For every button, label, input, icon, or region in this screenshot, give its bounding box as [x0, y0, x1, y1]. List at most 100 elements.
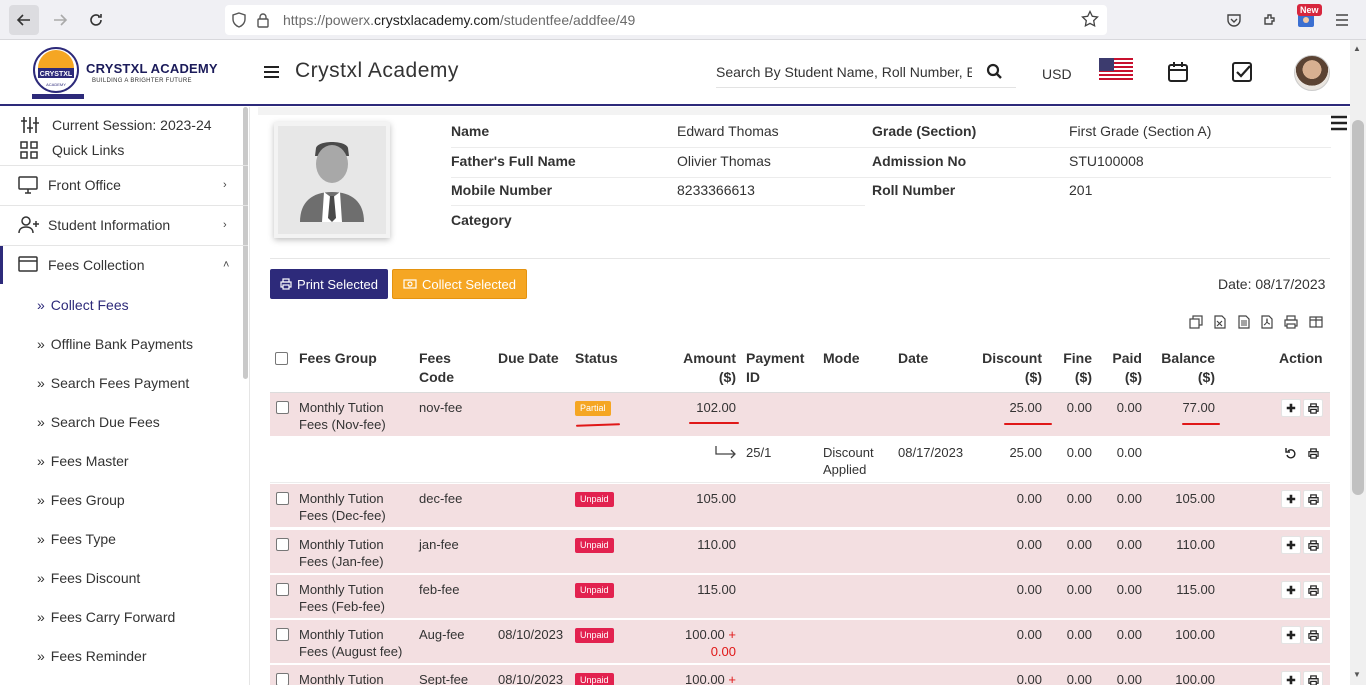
sidebar-item-fees-carry-forward[interactable]: » Fees Carry Forward — [37, 609, 175, 625]
address-bar[interactable]: https://powerx.crystxlacademy.com/studen… — [225, 5, 1107, 35]
excel-icon[interactable] — [1211, 313, 1229, 331]
row-checkbox[interactable] — [276, 673, 289, 685]
th-mode: Mode — [823, 350, 860, 366]
table-row: Monthly Tution Fees (Jan-fee) jan-fee Unp… — [270, 530, 1330, 574]
back-button[interactable] — [9, 4, 39, 35]
menu-front-office[interactable]: Front Office › — [0, 166, 248, 204]
select-all-checkbox[interactable] — [275, 352, 288, 365]
credit-card-icon — [18, 256, 38, 275]
print-row-button[interactable] — [1303, 581, 1323, 599]
print-row-button[interactable] — [1303, 490, 1323, 508]
pdf-icon[interactable] — [1258, 313, 1276, 331]
plus-icon: ✚ — [1286, 539, 1296, 552]
plus-icon: ✚ — [1286, 584, 1296, 597]
pocket-icon[interactable] — [1219, 5, 1249, 35]
forward-button[interactable] — [45, 5, 75, 35]
academy-logo[interactable]: CRYSTXL ACADEMY CRYSTXL ACADEMY BUILDING… — [30, 46, 220, 100]
revert-button[interactable] — [1281, 444, 1301, 462]
task-checkbox-icon[interactable] — [1230, 60, 1254, 84]
add-payment-button[interactable]: ✚ — [1281, 626, 1301, 644]
admission-value: STU100008 — [1069, 153, 1144, 169]
sidebar-toggle-icon[interactable] — [264, 66, 279, 79]
row-checkbox[interactable] — [276, 628, 289, 641]
search-icon[interactable] — [986, 63, 1002, 82]
extensions-icon[interactable] — [1255, 5, 1285, 35]
cell-mode: Discount Applied — [823, 445, 874, 477]
print-icon[interactable] — [1282, 313, 1300, 331]
us-flag-icon[interactable] — [1099, 58, 1133, 82]
th-fees-group: Fees Group — [299, 350, 377, 366]
shield-icon[interactable] — [229, 10, 249, 30]
money-icon — [403, 279, 417, 289]
bookmark-star-icon[interactable] — [1081, 9, 1099, 31]
current-session[interactable]: Current Session: 2023-24 — [20, 116, 212, 134]
scrollbar-thumb[interactable] — [1352, 120, 1364, 495]
cell-amount: 100.00 +0.00 — [685, 627, 736, 659]
roll-value: 201 — [1069, 182, 1093, 198]
sidebar-item-fees-group[interactable]: » Fees Group — [37, 492, 125, 508]
grade-label: Grade (Section) — [872, 123, 977, 139]
csv-icon[interactable] — [1235, 313, 1253, 331]
cell-fine: 0.00 — [1066, 445, 1092, 460]
row-checkbox[interactable] — [276, 401, 289, 414]
menu-student-information[interactable]: Student Information › — [0, 206, 248, 244]
scroll-up-icon[interactable]: ▲ — [1353, 44, 1361, 53]
menu-fees-collection[interactable]: Fees Collection ˄ — [0, 246, 248, 284]
currency-selector[interactable]: USD — [1042, 66, 1072, 82]
reload-icon — [90, 13, 102, 26]
sidebar-item-search-due-fees[interactable]: » Search Due Fees — [37, 414, 160, 430]
printer-icon — [1307, 447, 1319, 459]
user-plus-icon — [18, 216, 40, 237]
columns-icon[interactable] — [1307, 313, 1325, 331]
print-row-button[interactable] — [1303, 536, 1323, 554]
cell-paid: 0.00 — [1116, 445, 1142, 460]
cell-discount: 0.00 — [1016, 672, 1042, 685]
scroll-down-icon[interactable]: ▼ — [1353, 670, 1361, 679]
quick-links[interactable]: Quick Links — [20, 141, 124, 159]
calendar-icon[interactable] — [1166, 60, 1190, 84]
sidebar-item-collect-fees[interactable]: » Collect Fees — [37, 297, 129, 313]
add-payment-button[interactable]: ✚ — [1281, 671, 1301, 685]
sidebar-item-fees-reminder[interactable]: » Fees Reminder — [37, 648, 147, 664]
cell-payment-id: 25/1 — [746, 445, 772, 460]
print-row-button[interactable] — [1303, 626, 1323, 644]
row-checkbox[interactable] — [276, 538, 289, 551]
menu-icon[interactable] — [1327, 5, 1357, 35]
add-payment-button[interactable]: ✚ — [1281, 490, 1301, 508]
arrow-left-icon — [16, 13, 30, 26]
brand-name: Crystxl Academy — [295, 59, 459, 82]
add-payment-button[interactable]: ✚ — [1281, 399, 1301, 417]
user-avatar[interactable] — [1294, 55, 1330, 91]
copy-icon[interactable] — [1187, 313, 1205, 331]
name-value: Edward Thomas — [677, 123, 779, 139]
student-photo — [274, 122, 390, 238]
row-checkbox[interactable] — [276, 492, 289, 505]
monitor-icon — [18, 176, 38, 197]
lock-icon[interactable] — [253, 10, 273, 30]
main-content: Name Edward Thomas Grade (Section) First… — [258, 107, 1350, 685]
chevron-up-icon: ˄ — [223, 259, 230, 271]
user-silhouette-icon — [278, 126, 386, 234]
cell-fees-group: Monthly Tution — [299, 672, 384, 685]
collect-selected-button[interactable]: Collect Selected — [392, 269, 527, 299]
sidebar-item-fees-discount[interactable]: » Fees Discount — [37, 570, 140, 586]
print-selected-button[interactable]: Print Selected — [270, 269, 388, 299]
mobile-label: Mobile Number — [451, 182, 553, 198]
status-badge: Unpaid — [575, 492, 614, 507]
print-row-button[interactable] — [1303, 671, 1323, 685]
add-payment-button[interactable]: ✚ — [1281, 536, 1301, 554]
page-scrollbar[interactable]: ▲ ▼ — [1350, 40, 1366, 685]
list-menu-icon[interactable] — [1330, 115, 1348, 134]
url-text: https://powerx.crystxlacademy.com/studen… — [283, 12, 636, 28]
sidebar-item-offline-bank-payments[interactable]: » Offline Bank Payments — [37, 336, 193, 352]
add-payment-button[interactable]: ✚ — [1281, 581, 1301, 599]
sidebar-item-fees-type[interactable]: » Fees Type — [37, 531, 116, 547]
search-input[interactable] — [716, 58, 972, 86]
print-row-button[interactable] — [1303, 399, 1323, 417]
sidebar-item-fees-master[interactable]: » Fees Master — [37, 453, 129, 469]
reload-button[interactable] — [81, 5, 111, 35]
row-checkbox[interactable] — [276, 583, 289, 596]
sidebar-item-search-fees-payment[interactable]: » Search Fees Payment — [37, 375, 189, 391]
status-badge: Unpaid — [575, 628, 614, 643]
print-receipt-button[interactable] — [1303, 444, 1323, 462]
